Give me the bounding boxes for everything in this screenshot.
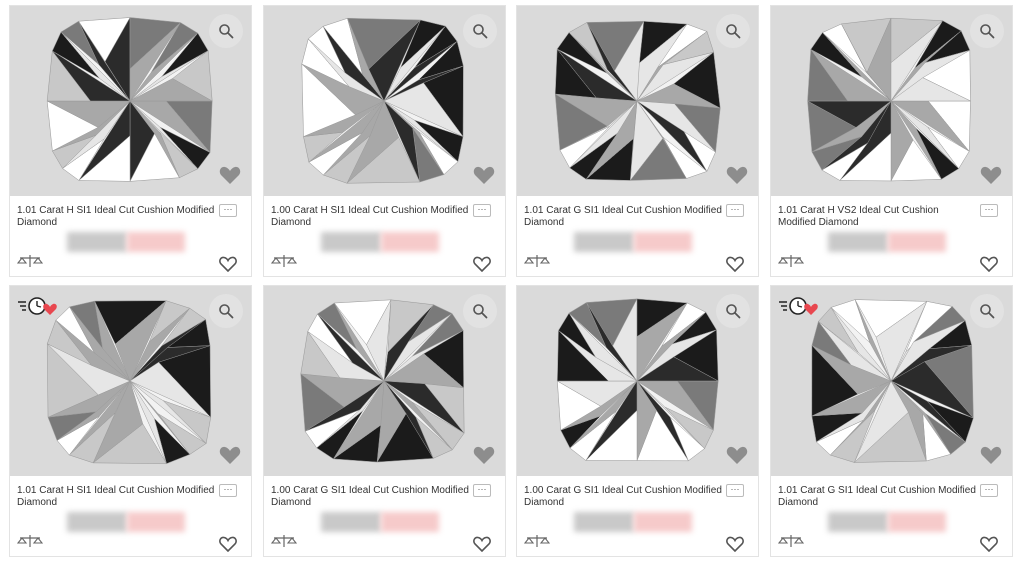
compare-icon[interactable] (270, 254, 298, 273)
diamond-title[interactable]: 1.01 Carat G SI1 Ideal Cut Cushion Modif… (778, 485, 978, 509)
diamond-title[interactable]: 1.01 Carat H SI1 Ideal Cut Cushion Modif… (17, 485, 217, 509)
price-blurred (321, 512, 439, 532)
price-blur-gray (67, 232, 127, 252)
price-blurred (828, 512, 946, 532)
diamond-card[interactable]: 1.01 Carat H SI1 Ideal Cut Cushion Modif… (9, 285, 252, 557)
favorite-icon[interactable] (980, 536, 998, 556)
favorite-icon[interactable] (726, 536, 744, 556)
more-options-button[interactable]: ··· (726, 204, 744, 217)
diamond-card[interactable]: 1.00 Carat G SI1 Ideal Cut Cushion Modif… (263, 285, 506, 557)
diamond-title[interactable]: 1.01 Carat G SI1 Ideal Cut Cushion Modif… (524, 205, 724, 229)
search-icon[interactable] (209, 14, 243, 48)
diamond-card[interactable]: 1.01 Carat H VS2 Ideal Cut Cushion Modif… (770, 5, 1013, 277)
price-blurred (574, 232, 692, 252)
heart-icon (473, 445, 495, 470)
price-blur-pink (634, 232, 692, 252)
search-icon[interactable] (716, 14, 750, 48)
diamond-grid: 1.01 Carat H SI1 Ideal Cut Cushion Modif… (9, 5, 1017, 560)
diamond-card[interactable]: 1.01 Carat G SI1 Ideal Cut Cushion Modif… (516, 5, 759, 277)
more-options-button[interactable]: ··· (980, 484, 998, 497)
search-icon[interactable] (463, 14, 497, 48)
diamond-photo[interactable] (771, 6, 1012, 196)
favorite-icon[interactable] (473, 536, 491, 556)
fast-shipping-icon (16, 294, 60, 325)
heart-icon (219, 165, 241, 190)
more-options-button[interactable]: ··· (726, 484, 744, 497)
favorite-icon[interactable] (980, 256, 998, 276)
search-icon[interactable] (209, 294, 243, 328)
diamond-title[interactable]: 1.00 Carat G SI1 Ideal Cut Cushion Modif… (524, 485, 724, 509)
search-icon[interactable] (970, 294, 1004, 328)
compare-icon[interactable] (523, 534, 551, 553)
diamond-title[interactable]: 1.01 Carat H VS2 Ideal Cut Cushion Modif… (778, 205, 978, 229)
price-blur-gray (321, 232, 381, 252)
price-blur-gray (828, 232, 888, 252)
compare-icon[interactable] (16, 254, 44, 273)
diamond-photo[interactable] (10, 286, 251, 476)
diamond-card[interactable]: 1.01 Carat G SI1 Ideal Cut Cushion Modif… (770, 285, 1013, 557)
diamond-photo[interactable] (517, 286, 758, 476)
diamond-photo[interactable] (264, 286, 505, 476)
price-blur-pink (381, 232, 439, 252)
heart-icon (473, 165, 495, 190)
search-icon[interactable] (716, 294, 750, 328)
favorite-icon[interactable] (219, 536, 237, 556)
price-blur-gray (828, 512, 888, 532)
search-icon[interactable] (463, 294, 497, 328)
heart-icon (726, 445, 748, 470)
compare-icon[interactable] (523, 254, 551, 273)
heart-icon (980, 445, 1002, 470)
price-blur-pink (127, 512, 185, 532)
fast-shipping-icon (777, 294, 821, 325)
price-blurred (67, 232, 185, 252)
diamond-card[interactable]: 1.00 Carat G SI1 Ideal Cut Cushion Modif… (516, 285, 759, 557)
heart-icon (980, 165, 1002, 190)
price-blurred (67, 512, 185, 532)
price-blur-pink (888, 512, 946, 532)
price-blur-gray (67, 512, 127, 532)
diamond-title[interactable]: 1.01 Carat H SI1 Ideal Cut Cushion Modif… (17, 205, 217, 229)
diamond-photo[interactable] (10, 6, 251, 196)
diamond-card[interactable]: 1.00 Carat H SI1 Ideal Cut Cushion Modif… (263, 5, 506, 277)
favorite-icon[interactable] (726, 256, 744, 276)
price-blurred (321, 232, 439, 252)
price-blur-gray (574, 512, 634, 532)
price-blur-pink (634, 512, 692, 532)
price-blur-pink (381, 512, 439, 532)
price-blurred (574, 512, 692, 532)
diamond-photo[interactable] (771, 286, 1012, 476)
more-options-button[interactable]: ··· (980, 204, 998, 217)
heart-icon (219, 445, 241, 470)
more-options-button[interactable]: ··· (219, 484, 237, 497)
diamond-card[interactable]: 1.01 Carat H SI1 Ideal Cut Cushion Modif… (9, 5, 252, 277)
compare-icon[interactable] (270, 534, 298, 553)
price-blur-pink (888, 232, 946, 252)
more-options-button[interactable]: ··· (219, 204, 237, 217)
compare-icon[interactable] (16, 534, 44, 553)
more-options-button[interactable]: ··· (473, 204, 491, 217)
price-blur-gray (321, 512, 381, 532)
heart-icon (726, 165, 748, 190)
diamond-title[interactable]: 1.00 Carat G SI1 Ideal Cut Cushion Modif… (271, 485, 471, 509)
search-icon[interactable] (970, 14, 1004, 48)
compare-icon[interactable] (777, 534, 805, 553)
diamond-photo[interactable] (264, 6, 505, 196)
price-blurred (828, 232, 946, 252)
price-blur-pink (127, 232, 185, 252)
more-options-button[interactable]: ··· (473, 484, 491, 497)
diamond-photo[interactable] (517, 6, 758, 196)
compare-icon[interactable] (777, 254, 805, 273)
diamond-title[interactable]: 1.00 Carat H SI1 Ideal Cut Cushion Modif… (271, 205, 471, 229)
price-blur-gray (574, 232, 634, 252)
favorite-icon[interactable] (473, 256, 491, 276)
favorite-icon[interactable] (219, 256, 237, 276)
